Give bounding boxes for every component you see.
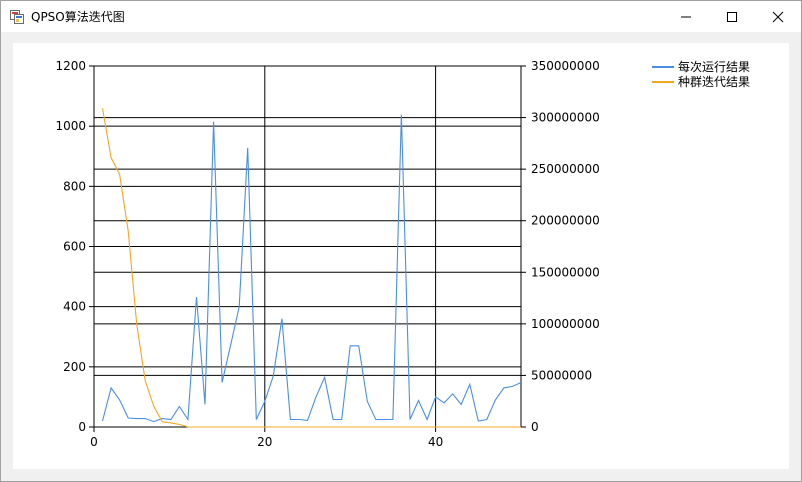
- y-right-tick-label: 0: [531, 420, 539, 434]
- y-left-tick-label: 200: [63, 360, 86, 374]
- y-left-tick-label: 600: [63, 240, 86, 254]
- y-right-tick-label: 200000000: [531, 214, 600, 228]
- legend-label-2: 种群迭代结果: [678, 75, 750, 89]
- app-window: QPSO算法迭代图 0 200 400 600 800 1000 1200 0 50000000…: [0, 0, 802, 482]
- y-right-tick-label: 100000000: [531, 317, 600, 331]
- minimize-icon: [681, 16, 691, 18]
- x-tick-label: 20: [257, 435, 272, 449]
- x-tick-label: 0: [90, 435, 98, 449]
- title-bar[interactable]: QPSO算法迭代图: [1, 1, 801, 32]
- close-button[interactable]: [755, 1, 801, 32]
- y-left-tick-label: 800: [63, 179, 86, 193]
- app-icon: [10, 9, 24, 24]
- y-left-tick-label: 1000: [55, 119, 86, 133]
- y-right-tick-label: 150000000: [531, 265, 600, 279]
- y-left-tick-label: 0: [78, 420, 86, 434]
- maximize-button[interactable]: [709, 1, 755, 32]
- series-line-2: [101, 108, 521, 428]
- close-icon: [772, 11, 784, 23]
- y-right-tick-label: 300000000: [531, 111, 600, 125]
- x-tick-label: 40: [428, 435, 443, 449]
- minimize-button[interactable]: [663, 1, 709, 32]
- maximize-icon: [727, 12, 737, 22]
- y-left-tick-label: 1200: [55, 59, 86, 73]
- y-right-tick-label: 250000000: [531, 162, 600, 176]
- y-right-tick-label: 350000000: [531, 59, 600, 73]
- window-title: QPSO算法迭代图: [31, 10, 125, 24]
- chart-panel: 0 200 400 600 800 1000 1200 0 50000000 100000000 1…: [13, 43, 789, 469]
- y-left-tick-label: 400: [63, 300, 86, 314]
- legend-label-1: 每次运行结果: [678, 59, 750, 74]
- iteration-chart: 0200400600800100012000500000001000000001…: [55, 59, 750, 449]
- y-right-tick-label: 50000000: [531, 368, 592, 382]
